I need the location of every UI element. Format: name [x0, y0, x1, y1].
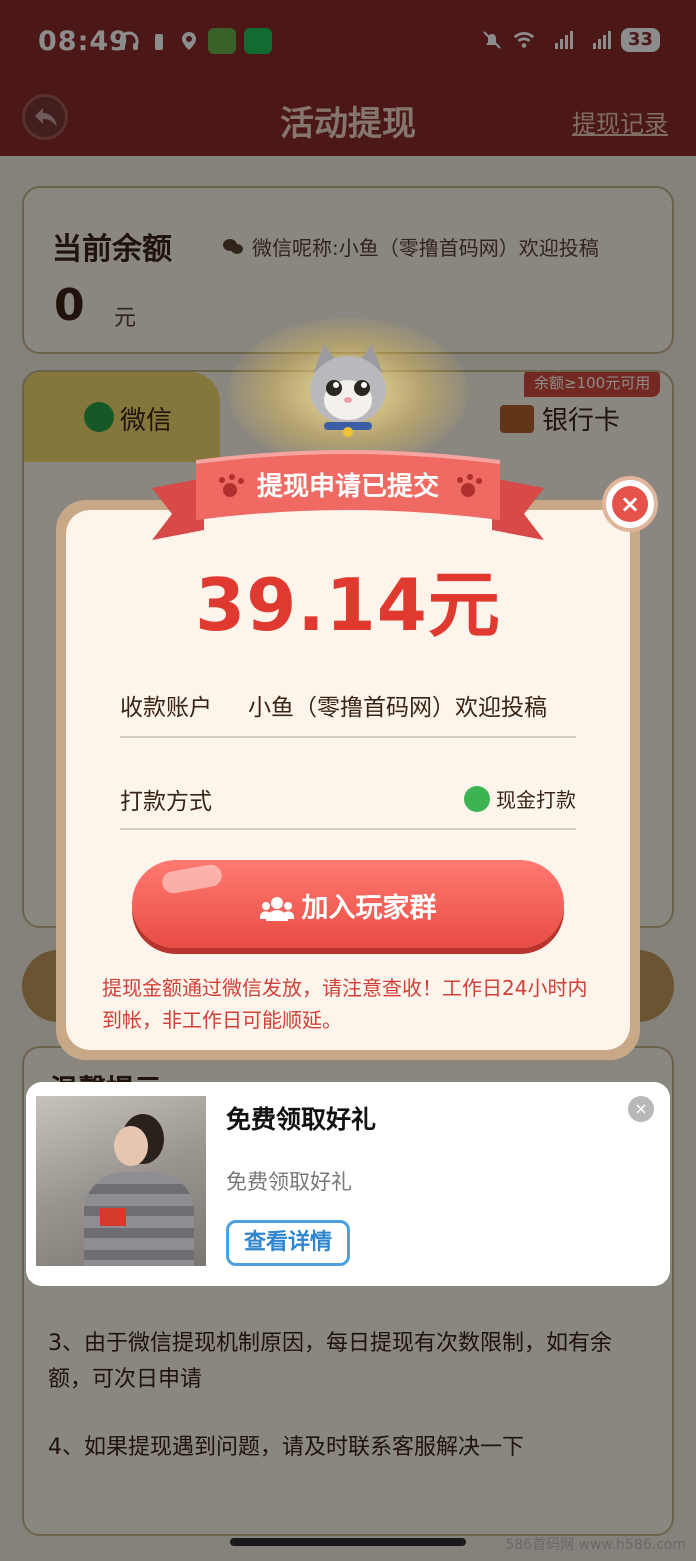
ad-card[interactable]: 免费领取好礼 免费领取好礼 查看详情 ×	[26, 1082, 670, 1286]
payment-method-row: 打款方式 现金打款	[120, 770, 576, 830]
ad-subtitle: 免费领取好礼	[226, 1170, 352, 1194]
ad-image-patch	[100, 1208, 126, 1226]
wechat-pay-icon	[464, 785, 490, 812]
home-indicator[interactable]	[230, 1538, 466, 1546]
watermark: 586首码网 www.h586.com	[505, 1537, 686, 1553]
withdraw-notice: 提现金额通过微信发放，请注意查收！工作日24小时内到帐，非工作日可能顺延。	[102, 976, 588, 1032]
join-player-group-button[interactable]: 加入玩家群	[132, 860, 564, 948]
withdraw-amount: 39.14元	[195, 563, 501, 647]
join-button-label: 加入玩家群	[132, 886, 564, 925]
dialog-close-button[interactable]: ×	[602, 476, 658, 532]
ad-close-button[interactable]: ×	[628, 1096, 654, 1122]
dialog-banner-title: 提现申请已提交	[256, 472, 439, 502]
cat-mascot-icon	[310, 344, 386, 437]
account-label: 收款账户	[120, 695, 212, 721]
account-row: 收款账户 小鱼（零撸首码网）欢迎投稿	[120, 676, 576, 738]
payment-method-text: 现金打款	[496, 788, 576, 812]
account-value: 小鱼（零撸首码网）欢迎投稿	[248, 695, 547, 721]
payment-method-value: 现金打款	[464, 784, 576, 813]
ad-image[interactable]	[36, 1096, 206, 1266]
group-icon	[259, 897, 294, 921]
ad-title: 免费领取好礼	[226, 1105, 377, 1134]
ad-view-details-button[interactable]: 查看详情	[226, 1220, 350, 1266]
join-button-text: 加入玩家群	[301, 893, 437, 924]
close-icon: ×	[612, 486, 648, 522]
payment-method-label: 打款方式	[120, 789, 212, 815]
ad-image-face	[114, 1126, 148, 1166]
